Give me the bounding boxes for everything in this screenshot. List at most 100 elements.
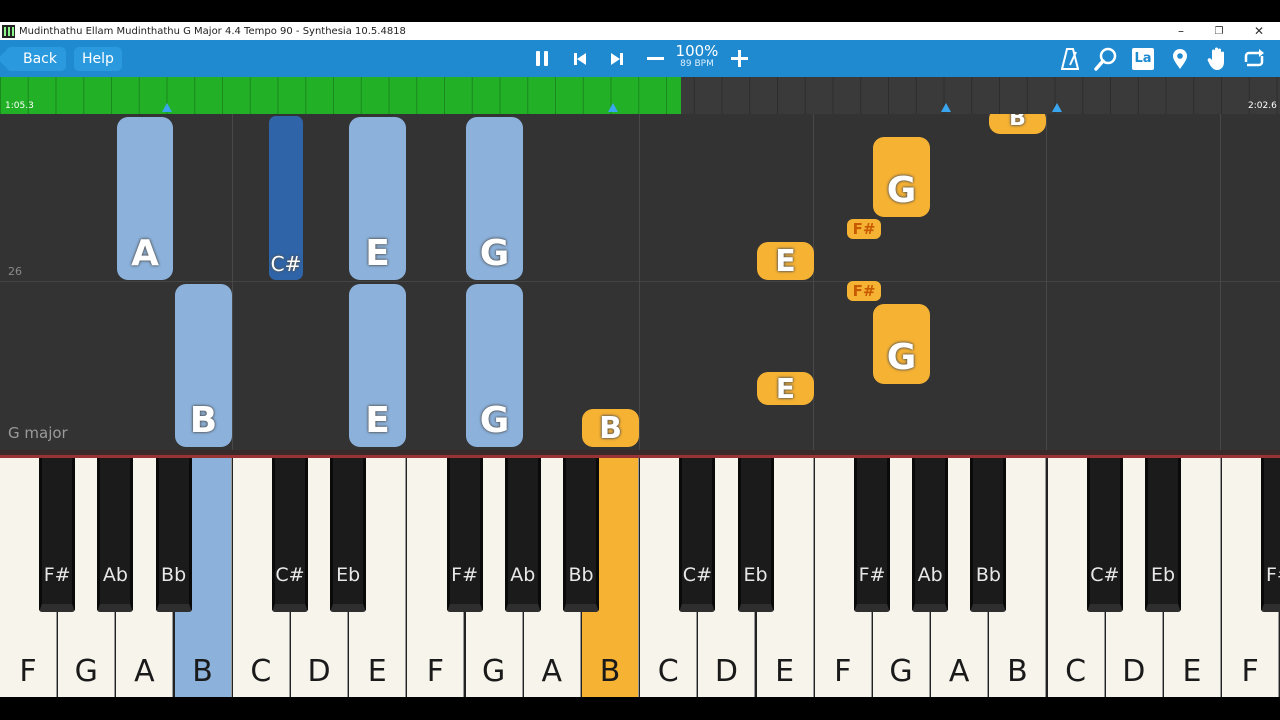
black-key[interactable]: Bb (155, 458, 192, 612)
white-key-label: A (541, 654, 563, 689)
skip-back-icon (574, 52, 586, 65)
black-key[interactable]: Ab (912, 458, 949, 612)
falling-note: G (466, 284, 523, 447)
black-key[interactable]: Ab (97, 458, 134, 612)
octave-gridline (1046, 114, 1047, 450)
falling-note: E (757, 372, 814, 405)
black-key-label: Bb (568, 564, 594, 586)
falling-note: B (175, 284, 232, 447)
black-key[interactable]: C# (679, 458, 716, 612)
timeline-bookmark-marker[interactable] (608, 103, 618, 112)
white-key-label: E (367, 654, 387, 689)
black-key[interactable]: Eb (1145, 458, 1181, 612)
black-key[interactable]: F# (1261, 458, 1280, 612)
note-label: A (131, 233, 159, 274)
black-key[interactable]: Bb (970, 458, 1007, 612)
black-key-label: Eb (1150, 564, 1176, 586)
loop-button[interactable] (1240, 40, 1268, 77)
black-key[interactable]: C# (272, 458, 308, 612)
falling-note: E (757, 242, 814, 280)
octave-gridline (1220, 114, 1221, 450)
back-button-label: Back (23, 51, 57, 67)
close-window-button[interactable]: ✕ (1240, 22, 1278, 40)
window-titlebar: Mudinthathu Ellam Mudinthathu G Major 4.… (0, 22, 1280, 40)
white-key-label: C (1065, 654, 1087, 689)
key-signature-label: G major (8, 424, 68, 442)
falling-note: B (582, 409, 639, 447)
tempo-percent: 100% (675, 42, 719, 60)
black-key-label: Eb (743, 564, 768, 586)
note-label: E (775, 243, 796, 279)
slower-button[interactable] (643, 40, 667, 77)
location-pin-icon (1173, 48, 1187, 69)
hands-button[interactable] (1204, 40, 1230, 77)
timeline-bookmark-marker[interactable] (162, 103, 172, 112)
note-label: C# (270, 252, 302, 276)
falling-note: E (349, 284, 406, 447)
black-key-label: F# (858, 564, 886, 586)
octave-gridline (639, 114, 640, 450)
black-key[interactable]: F# (854, 458, 890, 612)
toolbar: Back Help La (0, 40, 1280, 77)
skip-forward-button[interactable] (605, 40, 629, 77)
black-key-label: C# (1090, 564, 1120, 586)
white-key-label: F (19, 654, 37, 689)
video-letterbox-bottom (0, 697, 1280, 720)
video-letterbox-top (0, 0, 1280, 22)
help-button-label: Help (82, 51, 114, 67)
restore-window-button[interactable]: ❐ (1200, 22, 1238, 40)
hand-icon (1207, 47, 1224, 70)
skip-back-button[interactable] (568, 40, 592, 77)
skip-forward-icon (611, 52, 623, 65)
metronome-button[interactable] (1058, 40, 1082, 77)
white-key-label: E (775, 654, 795, 689)
black-key[interactable]: Eb (737, 458, 774, 612)
white-key-label: B (1007, 654, 1028, 689)
black-key-label: F# (1265, 564, 1280, 586)
note-labels-button[interactable]: La (1130, 40, 1156, 77)
timeline-bookmark-marker[interactable] (941, 103, 951, 112)
white-key-label: F (834, 654, 852, 689)
total-time: 2:02.6 (1248, 101, 1277, 111)
piano-keyboard: F G A B C D E F G A B C D E F G A B C D E F F# Ab Bb C# Eb F# Ab Bb C#… (0, 450, 1280, 697)
octave-gridline (232, 114, 233, 450)
black-key[interactable]: F# (39, 458, 76, 612)
white-key-label: C (250, 654, 272, 689)
black-key-label: Bb (975, 564, 1001, 586)
back-button[interactable]: Back (6, 47, 66, 71)
note-label: B (599, 410, 622, 446)
faster-button[interactable] (727, 40, 751, 77)
black-key[interactable]: Ab (504, 458, 541, 612)
pause-button[interactable] (528, 40, 556, 77)
bookmark-button[interactable] (1168, 40, 1192, 77)
note-label: E (365, 400, 390, 441)
black-key[interactable]: C# (1086, 458, 1123, 612)
timeline-bookmark-marker[interactable] (1052, 103, 1062, 112)
black-key-label: Bb (161, 564, 187, 586)
language-icon: La (1132, 47, 1154, 70)
song-timeline[interactable]: 1:05.3 2:02.6 (0, 77, 1280, 114)
pause-icon (536, 51, 548, 66)
black-key-label: Eb (336, 564, 361, 586)
white-key-label: B (192, 654, 213, 689)
zoom-button[interactable] (1093, 40, 1119, 77)
note-label: G (886, 337, 917, 378)
help-button[interactable]: Help (74, 47, 122, 71)
black-key-label: Ab (917, 564, 943, 586)
minimize-window-button[interactable]: – (1162, 22, 1200, 40)
black-key[interactable]: Bb (563, 458, 599, 612)
black-key[interactable]: Eb (330, 458, 367, 612)
tempo-readout[interactable]: 100% 89 BPM (672, 42, 722, 70)
white-key-label: D (1122, 654, 1146, 689)
note-label: B (189, 400, 218, 441)
tempo-bpm: 89 BPM (680, 59, 714, 69)
metronome-icon (1061, 47, 1079, 70)
note-label: G (479, 400, 510, 441)
white-key-label: G (74, 654, 98, 689)
white-key-label: A (948, 654, 970, 689)
black-key-label: C# (275, 564, 305, 586)
note-label: E (775, 372, 796, 405)
black-key-label: Ab (102, 564, 128, 586)
black-key[interactable]: F# (446, 458, 483, 612)
note-label: G (479, 233, 510, 274)
